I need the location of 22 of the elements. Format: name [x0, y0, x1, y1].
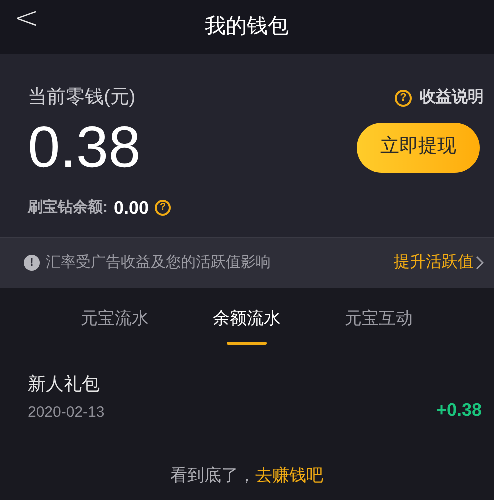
withdraw-button[interactable]: 立即提现	[357, 122, 480, 172]
balance-amount: 0.38	[28, 118, 141, 176]
help-icon: ?	[395, 90, 412, 107]
warning-icon: !	[24, 255, 40, 271]
transaction-date: 2020-02-13	[28, 402, 105, 422]
back-button[interactable]: <	[14, 4, 40, 34]
tab[interactable]: 元宝流水	[81, 306, 149, 344]
boost-activity-link[interactable]: 提升活跃值	[394, 251, 484, 275]
page-title: 我的钱包	[205, 14, 289, 40]
income-info-link[interactable]: 收益说明	[420, 86, 484, 110]
balance-label: 当前零钱(元)	[28, 86, 136, 110]
diamond-amount: 0.00	[114, 196, 150, 220]
help-icon: ?	[155, 200, 172, 216]
notice-text: 汇率受广告收益及您的活跃值影响	[46, 252, 271, 273]
tab[interactable]: 元宝互动	[345, 306, 413, 344]
chevron-right-icon	[476, 256, 484, 270]
tab[interactable]: 余额流水	[213, 306, 281, 344]
end-of-list-text: 看到底了，	[170, 464, 256, 486]
transaction-amount: +0.38	[436, 399, 482, 422]
diamond-label: 刷宝钻余额:	[28, 198, 108, 218]
earn-money-link[interactable]: 去赚钱吧	[256, 462, 324, 488]
transaction-title: 新人礼包	[28, 372, 101, 396]
